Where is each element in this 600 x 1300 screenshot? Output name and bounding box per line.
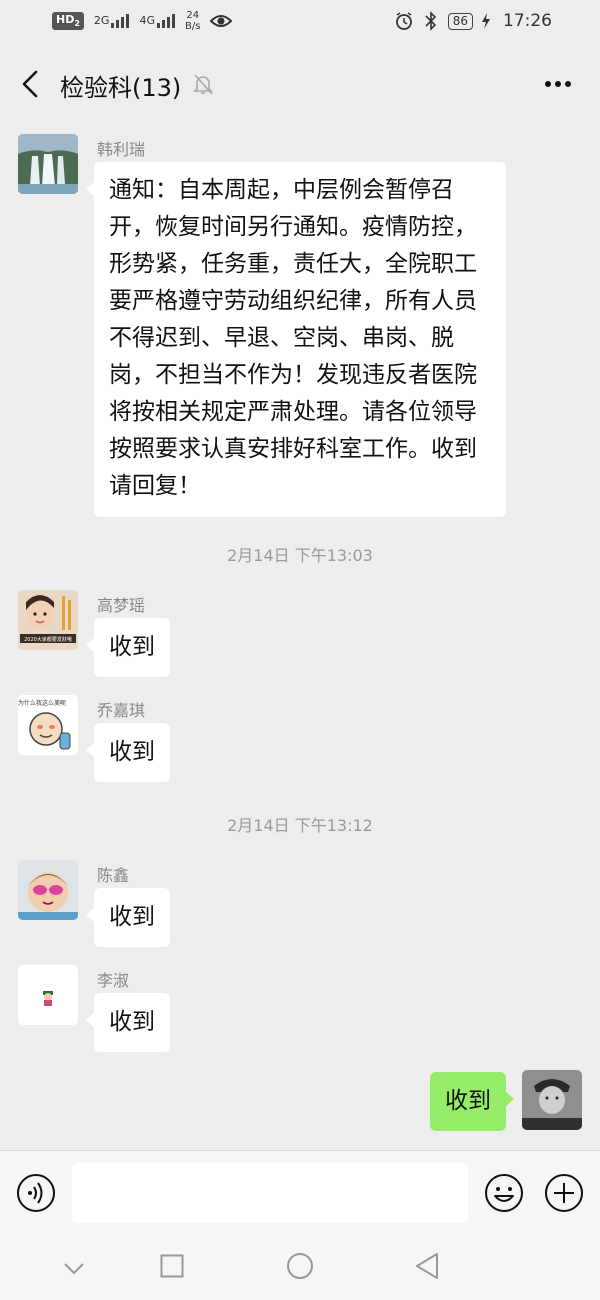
avatar[interactable]: [18, 860, 78, 920]
speed-value: 24: [186, 10, 200, 21]
message-bubble[interactable]: 收到: [86, 888, 170, 947]
sender-name: 李淑: [97, 971, 130, 990]
voice-icon[interactable]: [16, 1173, 56, 1213]
signal-bars-icon: [156, 14, 175, 28]
signal-2g: 2G: [94, 14, 130, 28]
network-speed: 24 B/s: [185, 10, 200, 32]
triangle-back-icon[interactable]: [414, 1252, 440, 1280]
child-avatar-image: 2020大家都要发财哦: [18, 590, 78, 650]
circle-home-icon[interactable]: [286, 1252, 314, 1280]
timestamp: 2月14日 下午13:03: [227, 546, 373, 565]
system-nav-bar: [0, 1236, 600, 1300]
avatar-caption: 为什么我这么美呢: [18, 699, 66, 707]
message-input[interactable]: [72, 1163, 468, 1223]
hd-badge: HD2: [52, 12, 84, 30]
status-right: 86 17:26: [394, 11, 552, 31]
battery-level: 86: [452, 13, 468, 28]
signal-4g-label: 4G: [139, 14, 155, 27]
message-bubble[interactable]: 通知：自本周起，中层例会暂停召开，恢复时间另行通知。疫情防控，形势紧，任务重，责…: [86, 162, 506, 517]
avatar[interactable]: 为什么我这么美呢: [18, 695, 78, 755]
message-list[interactable]: 韩利瑞 通知：自本周起，中层例会暂停召开，恢复时间另行通知。疫情防控，形势紧，任…: [0, 118, 600, 1148]
hd-label: HD: [56, 13, 75, 27]
chat-title: 检验科(13): [60, 74, 182, 102]
small-figure-avatar-image: [18, 965, 78, 1025]
ellipsis-icon[interactable]: [544, 80, 572, 88]
avatar[interactable]: [18, 134, 78, 194]
timestamp: 2月14日 下午13:12: [227, 816, 373, 835]
plus-circle-icon[interactable]: [544, 1173, 584, 1213]
avatar[interactable]: [18, 965, 78, 1025]
waterfall-avatar-image: [18, 134, 78, 194]
signal-2g-label: 2G: [93, 14, 110, 27]
status-bar: HD2 2G 4G 24 B/s 86 17:26: [0, 0, 600, 46]
alarm-icon: [395, 12, 412, 30]
my-message-bubble[interactable]: 收到: [430, 1072, 514, 1131]
smiley-icon[interactable]: [484, 1173, 524, 1213]
message-bubble[interactable]: 收到: [86, 993, 170, 1052]
signal-4g: 4G: [139, 14, 175, 28]
old-man-avatar-image: [522, 1070, 582, 1130]
chat-header: 检验科(13): [0, 54, 600, 114]
message-bubble[interactable]: 收到: [86, 618, 170, 677]
cartoon-sticker-avatar-image: 为什么我这么美呢: [18, 695, 78, 755]
kid-sunglasses-avatar-image: [18, 860, 78, 920]
bell-slash-icon: [193, 74, 213, 95]
bluetooth-vibrate-icon: [425, 11, 436, 31]
battery-indicator: 86: [447, 12, 473, 30]
message-bubble[interactable]: 收到: [86, 723, 170, 782]
sender-name: 乔嘉琪: [97, 701, 146, 720]
speed-unit: B/s: [184, 21, 201, 32]
sender-name: 高梦瑶: [97, 596, 146, 615]
signal-bars-icon: [111, 14, 130, 28]
sender-name: 陈鑫: [97, 866, 130, 885]
status-left: HD2 2G 4G 24 B/s: [52, 10, 233, 32]
charging-icon: [482, 13, 490, 29]
eye-icon: [210, 15, 233, 27]
chevron-down-icon[interactable]: [62, 1258, 86, 1278]
chevron-left-icon[interactable]: [18, 66, 42, 102]
avatar[interactable]: 2020大家都要发财哦: [18, 590, 78, 650]
my-avatar[interactable]: [522, 1070, 582, 1130]
hd-sub: 2: [74, 19, 80, 29]
clock: 17:26: [503, 11, 552, 31]
input-bar: [0, 1150, 600, 1237]
sender-name: 韩利瑞: [97, 140, 146, 159]
square-icon[interactable]: [160, 1254, 184, 1278]
avatar-caption: 2020大家都要发财哦: [24, 636, 72, 643]
